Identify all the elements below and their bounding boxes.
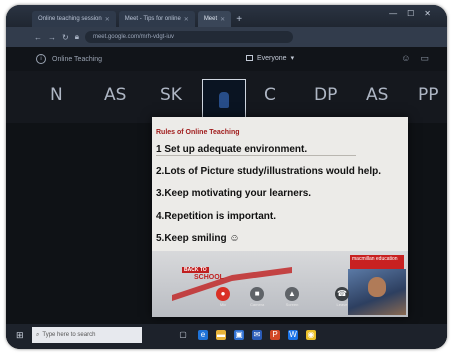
file-explorer-icon[interactable]: ▬ — [216, 330, 226, 340]
participant-video — [219, 92, 229, 108]
close-icon[interactable]: ✕ — [220, 16, 225, 23]
tab-label: Meet - Tips for online — [124, 16, 181, 22]
maximize-icon[interactable]: ☐ — [407, 9, 414, 18]
mic-button[interactable]: ● Mic — [216, 287, 230, 307]
participant-tile[interactable]: N — [50, 85, 63, 105]
new-tab-button[interactable]: + — [236, 11, 242, 27]
forward-icon[interactable]: → — [48, 33, 56, 42]
leave-button[interactable]: ☎ Leave — [335, 287, 349, 307]
control-label: Camera — [250, 302, 265, 307]
minimize-icon[interactable]: — — [389, 9, 397, 18]
chevron-down-icon: ▾ — [290, 55, 295, 62]
close-icon[interactable]: ✕ — [184, 16, 189, 23]
lock-icon: 🔒︎ — [74, 32, 79, 41]
taskbar-search-input[interactable]: ⌕ Type here to search — [32, 327, 142, 343]
browser-tab[interactable]: Online teaching session ✕ — [32, 11, 116, 27]
school-label: SCHOOL — [194, 274, 224, 281]
present-button[interactable]: ▲ Screen — [285, 287, 299, 307]
participant-tile[interactable]: AS — [104, 85, 126, 105]
chrome-icon[interactable]: ◉ — [306, 330, 316, 340]
people-icon[interactable]: ☺ — [401, 53, 410, 64]
participant-tile[interactable]: AS — [366, 85, 388, 105]
browser-tab-strip: Online teaching session ✕ Meet - Tips fo… — [6, 5, 447, 27]
taskbar: ⊞ ⌕ Type here to search ▢ e ▬ ▣ ✉ P W ◉ — [6, 324, 447, 349]
student-photo — [348, 269, 406, 315]
task-view-icon[interactable]: ▢ — [178, 330, 188, 340]
search-icon: ⌕ — [36, 331, 40, 338]
screen-photo: Online teaching session ✕ Meet - Tips fo… — [6, 5, 447, 349]
meeting-title: Online Teaching — [52, 55, 103, 63]
store-icon[interactable]: ▣ — [234, 330, 244, 340]
browser-tab-active[interactable]: Meet ✕ — [197, 11, 232, 27]
info-icon[interactable]: i — [36, 54, 46, 64]
divider — [156, 155, 356, 156]
close-window-icon[interactable]: ✕ — [424, 9, 431, 18]
publisher-logo: macmillan education — [350, 255, 404, 269]
windows-start-icon[interactable]: ⊞ — [16, 330, 26, 340]
word-icon[interactable]: W — [288, 330, 298, 340]
search-placeholder: Type here to search — [42, 332, 96, 338]
slide-item: 2.Lots of Picture study/illustrations wo… — [156, 166, 382, 177]
participant-tile[interactable]: DP — [314, 85, 337, 105]
slide-item: 3.Keep motivating your learners. — [156, 188, 312, 199]
tab-label: Online teaching session — [38, 16, 102, 22]
microphone-icon: ● — [216, 287, 230, 301]
reload-icon[interactable]: ↻ — [62, 33, 69, 42]
powerpoint-icon[interactable]: P — [270, 330, 280, 340]
tab-label: Meet — [203, 16, 218, 22]
header-actions: ☺ ▭ — [401, 53, 429, 64]
view-label: Everyone — [257, 54, 287, 62]
hangup-icon: ☎ — [335, 287, 349, 301]
participant-tile-selected[interactable] — [202, 79, 246, 119]
participant-tile[interactable]: SK — [160, 85, 182, 105]
control-label: Screen — [285, 302, 299, 307]
grid-icon — [246, 55, 253, 61]
window-controls: — ☐ ✕ — [389, 9, 431, 18]
edge-icon[interactable]: e — [198, 330, 208, 340]
meet-header: i Online Teaching Everyone ▾ ☺ ▭ — [6, 47, 447, 71]
camera-icon: ■ — [250, 287, 265, 301]
slide-item: 5.Keep smiling ☺ — [156, 233, 240, 244]
slide-item: 4.Repetition is important. — [156, 211, 277, 222]
view-selector[interactable]: Everyone ▾ — [246, 54, 294, 62]
close-icon[interactable]: ✕ — [105, 16, 110, 23]
chat-icon[interactable]: ▭ — [420, 53, 429, 64]
present-icon: ▲ — [285, 287, 299, 301]
participant-tile[interactable]: C — [264, 85, 276, 105]
back-icon[interactable]: ← — [34, 33, 42, 42]
browser-tab[interactable]: Meet - Tips for online ✕ — [118, 11, 195, 27]
mail-icon[interactable]: ✉ — [252, 330, 262, 340]
school-small-label: BACK TO — [182, 267, 209, 273]
control-label: Leave — [336, 302, 348, 307]
participant-tile[interactable]: PP — [418, 85, 439, 105]
control-label: Mic — [219, 302, 227, 307]
slide-item: 1 Set up adequate environment. — [156, 144, 308, 155]
camera-button[interactable]: ■ Camera — [250, 287, 264, 307]
address-bar-row: ← → ↻ 🔒︎ meet.google.com/mrh-vdgt-iuv — [6, 27, 447, 47]
student-face — [368, 277, 386, 297]
shared-slide: Rules of Online Teaching 1 Set up adequa… — [152, 117, 408, 317]
participants-strip: N AS SK C DP AS PP — [6, 71, 447, 123]
address-input[interactable]: meet.google.com/mrh-vdgt-iuv — [84, 31, 293, 43]
slide-heading: Rules of Online Teaching — [156, 129, 240, 136]
url-text: meet.google.com/mrh-vdgt-iuv — [92, 34, 175, 40]
